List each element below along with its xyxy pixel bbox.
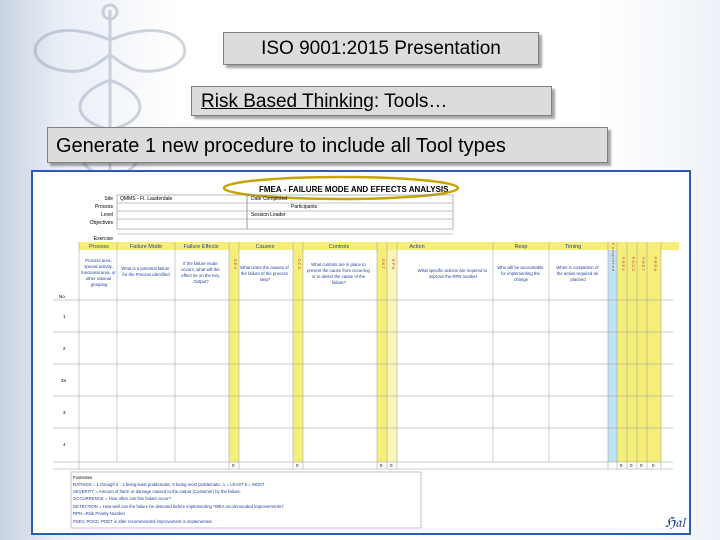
- row-number-3a: 3a: [61, 378, 67, 383]
- rating-columns: [229, 250, 661, 462]
- info-label-process: Process: [95, 204, 114, 210]
- total-pocc: 0: [630, 463, 633, 468]
- desc-timing: When is completion of the action require…: [556, 265, 599, 282]
- instruction-text: Generate 1 new procedure to include all …: [47, 127, 608, 163]
- row-numbers: No 1 2 3a 3 4: [59, 294, 67, 447]
- total-pdet: 0: [640, 463, 643, 468]
- label-rpn: R P N: [391, 259, 396, 270]
- fmea-spreadsheet: FMEA - FAILURE MODE AND EFFECTS ANALYSIS…: [31, 170, 691, 535]
- row-number-1: 1: [63, 314, 66, 319]
- col-header-causes: Causes: [256, 244, 275, 250]
- label-det: D E T: [381, 259, 386, 270]
- footnote-post-improvement: PSEV, POCC, PDET is after recommended im…: [73, 519, 212, 524]
- col-header-process: Process: [89, 244, 109, 250]
- desc-controls: What controls are in place to prevent th…: [307, 262, 371, 285]
- no-label: No: [59, 294, 65, 299]
- label-occ: O C C: [297, 258, 302, 269]
- section-subtitle: Risk Based Thinking: Tools…: [191, 86, 552, 116]
- right-label-participants: Participants: [291, 204, 318, 210]
- footnote-ratings: RATINGS = 1 through 5 - 1 being least pr…: [73, 482, 265, 487]
- desc-process: Process area, special activity, function…: [81, 258, 117, 287]
- col-header-failure-effects: Failure Effects: [183, 244, 218, 250]
- column-descriptions: Process area, special activity, function…: [81, 258, 599, 287]
- footnote-occurrence: OCCURRENCE = How often can this failure …: [73, 496, 172, 501]
- label-sev: S E V: [233, 259, 238, 270]
- total-rpn: 0: [390, 463, 393, 468]
- label-pdet: P D E T: [641, 257, 646, 271]
- site-value: QMMS - Ft. Lauderdale: [120, 196, 172, 202]
- footnotes: Footnotes RATINGS = 1 through 5 - 1 bein…: [73, 475, 284, 524]
- row-number-4: 4: [63, 442, 66, 447]
- footnote-severity: SEVERITY = Amount of harm or damage caus…: [73, 489, 241, 494]
- company-logo: ℌ𝔞𝔩: [664, 515, 685, 531]
- presentation-title: ISO 9001:2015 Presentation: [223, 32, 539, 65]
- total-occ: 0: [296, 463, 299, 468]
- col-header-failure-mode: Failure Mode: [130, 244, 162, 250]
- label-psev: P S E V: [621, 257, 626, 271]
- total-sev: 0: [232, 463, 235, 468]
- desc-resp: Who will be accountable for implementing…: [497, 265, 545, 282]
- header-band: [79, 242, 679, 250]
- right-label-date: Date Completed: [251, 196, 287, 202]
- row-number-3: 3: [63, 410, 66, 415]
- col-header-resp: Resp: [515, 244, 528, 250]
- label-pocc: P O C C: [631, 257, 636, 272]
- desc-causes: What is/are the causes of the failure of…: [240, 265, 290, 282]
- fmea-heading: FMEA - FAILURE MODE AND EFFECTS ANALYSIS: [259, 185, 449, 194]
- total-psev: 0: [620, 463, 623, 468]
- total-det: 0: [380, 463, 383, 468]
- info-label-site: Site: [104, 196, 113, 202]
- info-label-objectives: Objectives: [90, 220, 114, 226]
- footnote-detection: DETECTION = How well can the failure be …: [73, 504, 284, 509]
- col-header-action: Action: [409, 244, 424, 250]
- totals-row: 0 0 0 0 0 0 0 0: [232, 463, 655, 468]
- col-header-timing: Timing: [565, 244, 581, 250]
- subtitle-underlined: Risk Based Thinking: [201, 91, 374, 112]
- desc-failure-mode: What is a potential failure for the Proc…: [121, 266, 170, 277]
- right-label-leader: Session Leader: [251, 212, 286, 218]
- label-prpn: P R P N: [653, 257, 658, 271]
- row-number-2: 2: [63, 346, 66, 351]
- info-label-level: Level: [101, 212, 113, 218]
- footnote-rpn: RPN =Risk Priority Number: [73, 511, 126, 516]
- info-block: Site Process Level Objectives Exercise Q…: [90, 194, 454, 242]
- desc-failure-effects: If the failure mode occurs, what will th…: [181, 261, 221, 284]
- col-header-controls: Controls: [329, 244, 350, 250]
- total-prpn: 0: [652, 463, 655, 468]
- subtitle-rest: : Tools…: [373, 91, 448, 112]
- info-label-exercise: Exercise: [94, 236, 113, 242]
- label-completed: C o m p l e t e d: [611, 243, 616, 271]
- footnote-heading: Footnotes: [73, 475, 92, 480]
- desc-action: What specific actions are required to im…: [418, 268, 489, 279]
